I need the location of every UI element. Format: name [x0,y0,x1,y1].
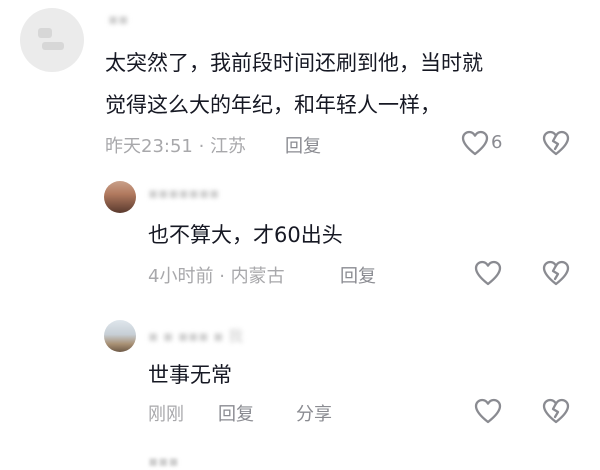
username[interactable]: ▪ ▪ ▪▪▪ ▪ 我 [148,325,243,346]
reply-button[interactable]: 回复 [340,262,376,288]
timestamp: 4小时前 [148,266,214,287]
avatar-blur [42,42,64,50]
comment-text-line-1: 太突然了，我前段时间还刷到他，当时就 [105,51,483,75]
comment-text-line-2: 觉得这么大的年纪，和年轻人一样， [105,93,441,117]
broken-heart-icon[interactable] [542,398,570,424]
avatar[interactable] [104,181,136,213]
reply-text: 世事无常 [148,363,232,387]
separator-dot: · [198,136,211,157]
avatar[interactable] [104,320,136,352]
timestamp: 刚刚 [148,404,184,425]
broken-heart-icon[interactable] [542,130,570,156]
reply-text: 也不算大，才60出头 [148,223,343,247]
timestamp: 昨天23:51 [105,136,193,157]
broken-heart-icon[interactable] [542,260,570,286]
location: 内蒙古 [230,266,285,287]
avatar-blur [38,28,52,38]
heart-icon[interactable] [474,398,502,424]
next-username[interactable]: ▪▪▪ [148,452,179,470]
heart-icon[interactable] [474,260,502,286]
username[interactable]: ▪▪▪▪▪▪▪ [148,184,219,202]
reply-button[interactable]: 回复 [285,132,321,158]
reply-meta: 4小时前 · 内蒙古 [148,262,285,288]
username[interactable]: ▪▪ [108,10,128,28]
location: 江苏 [210,136,247,157]
separator-dot: · [219,266,231,287]
comment-meta: 昨天23:51 · 江苏 [105,132,246,158]
reply-button[interactable]: 回复 [218,400,254,426]
heart-icon[interactable] [461,130,489,156]
like-count: 6 [491,132,503,153]
avatar[interactable] [20,8,84,72]
share-button[interactable]: 分享 [296,400,332,426]
